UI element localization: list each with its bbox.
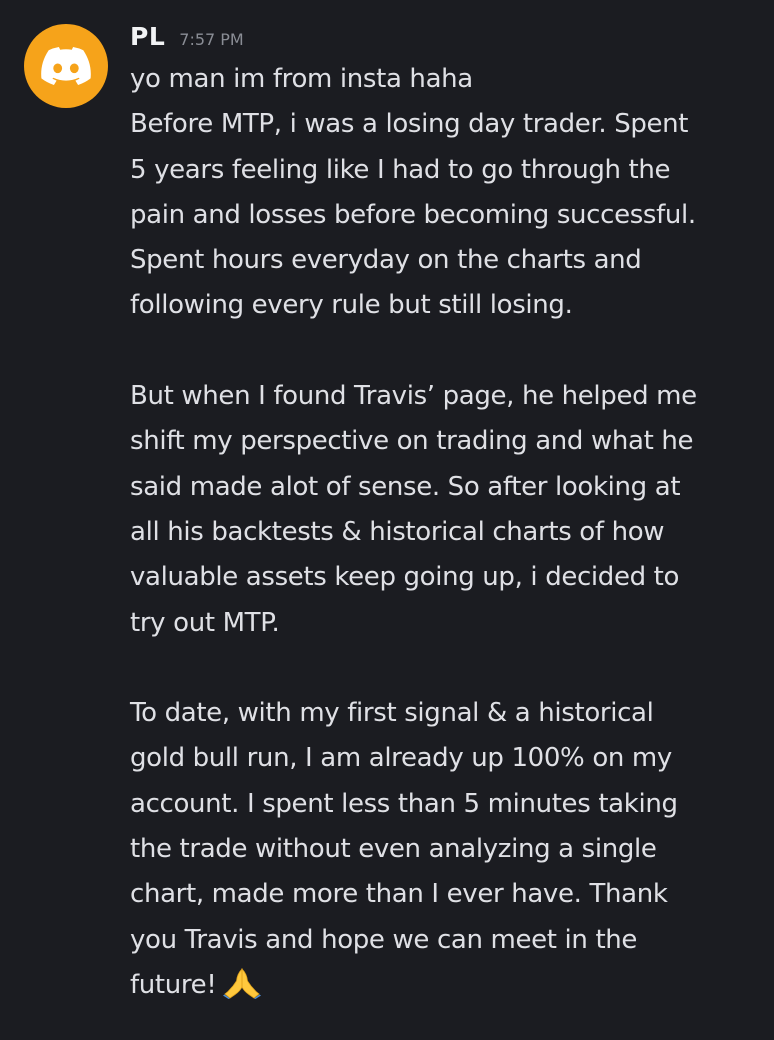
text-line: yo man im from insta haha <box>130 64 473 94</box>
paragraph: To date, with my first signal & a histor… <box>130 691 760 1008</box>
folded-hands-icon <box>223 967 262 999</box>
text-line: But when I found Travis’ page, he helped… <box>130 381 697 412</box>
text-line: the trade without even analyzing a singl… <box>130 834 657 865</box>
message-content: yo man im from insta haha Before MTP, i … <box>130 57 760 1008</box>
chat-message: PL 7:57 PM yo man im from insta haha Bef… <box>0 0 774 1040</box>
text-line: valuable assets keep going up, i decided… <box>130 562 680 593</box>
username[interactable]: PL <box>130 22 165 51</box>
text-line: chart, made more than I ever have. Thank <box>130 879 668 910</box>
timestamp: 7:57 PM <box>179 30 244 49</box>
text-line: future! <box>130 969 217 1000</box>
text-line: To date, with my first signal & a histor… <box>130 698 654 729</box>
paragraph: yo man im from insta haha Before MTP, i … <box>130 57 760 329</box>
text-line: shift my perspective on trading and what… <box>130 426 694 457</box>
text-line: Spent hours everyday on the charts and <box>130 245 642 276</box>
discord-logo-icon <box>41 47 91 85</box>
text-line-last: future! <box>130 963 760 1008</box>
text-line: all his backtests & historical charts of… <box>130 516 665 547</box>
text-line: pain and losses before becoming successf… <box>130 199 696 230</box>
text-line: said made alot of sense. So after lookin… <box>130 471 681 502</box>
text-line: try out MTP. <box>130 607 280 638</box>
paragraph: But when I found Travis’ page, he helped… <box>130 374 760 646</box>
text-line: following every rule but still losing. <box>130 290 573 321</box>
text-line: Before MTP, i was a losing day trader. S… <box>130 109 689 140</box>
avatar[interactable] <box>24 24 108 108</box>
text-line: account. I spent less than 5 minutes tak… <box>130 788 678 819</box>
text-line: 5 years feeling like I had to go through… <box>130 154 671 185</box>
folded-hands-emoji <box>222 967 262 999</box>
text-line: you Travis and hope we can meet in the <box>130 924 638 955</box>
message-header: PL 7:57 PM <box>130 22 244 52</box>
text-line: gold bull run, I am already up 100% on m… <box>130 743 672 774</box>
